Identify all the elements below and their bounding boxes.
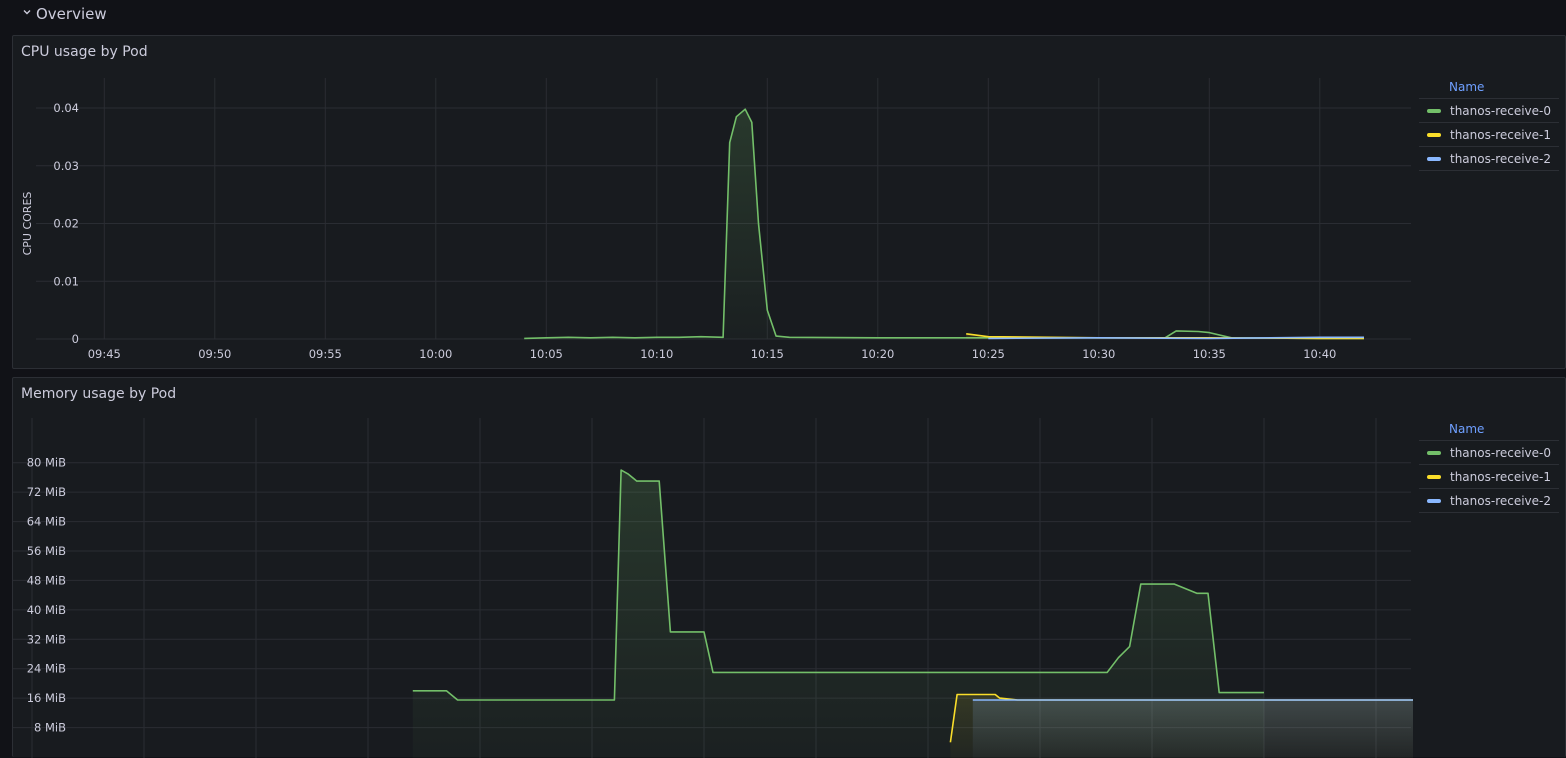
legend-swatch <box>1427 132 1441 137</box>
legend-label: thanos-receive-0 <box>1450 445 1552 460</box>
x-tick-label: 10:05 <box>530 347 563 361</box>
x-tick-label: 09:55 <box>309 347 342 361</box>
y-tick-label: 0.04 <box>53 101 79 115</box>
series-area-thanos-receive-2 <box>972 700 1413 758</box>
x-tick-label: 10:10 <box>640 347 673 361</box>
x-tick-label: 10:35 <box>1193 347 1226 361</box>
x-tick-label: 10:00 <box>419 347 452 361</box>
legend-item-thanos-receive-1[interactable]: thanos-receive-1 <box>1419 464 1559 488</box>
legend-item-thanos-receive-0[interactable]: thanos-receive-0 <box>1419 98 1559 122</box>
y-tick-label: 64 MiB <box>27 515 66 529</box>
y-tick-label: 48 MiB <box>27 573 66 587</box>
legend-label: thanos-receive-2 <box>1450 493 1552 508</box>
x-tick-label: 10:40 <box>1303 347 1336 361</box>
row-title: Overview <box>36 5 107 23</box>
y-tick-label: 0.01 <box>53 274 79 288</box>
y-tick-label: 32 MiB <box>27 632 66 646</box>
cpu-usage-panel[interactable]: CPU usage by Pod 0 0.01 0.02 0.03 0.04 09:45 0… <box>12 35 1566 369</box>
legend-label: thanos-receive-0 <box>1450 103 1552 118</box>
legend-item-thanos-receive-1[interactable]: thanos-receive-1 <box>1419 122 1559 146</box>
legend-item-thanos-receive-2[interactable]: thanos-receive-2 <box>1419 488 1559 513</box>
y-tick-label: 24 MiB <box>27 662 66 676</box>
memory-usage-chart[interactable]: 8 MiB 16 MiB 24 MiB 32 MiB 40 MiB 48 MiB 56 Mi… <box>13 378 1413 758</box>
y-tick-label: 0 <box>72 332 79 346</box>
x-tick-label: 09:50 <box>198 347 231 361</box>
x-tick-label: 10:15 <box>751 347 784 361</box>
y-axis-label: CPU CORES <box>21 192 34 256</box>
x-tick-label: 10:25 <box>972 347 1005 361</box>
legend-label: thanos-receive-1 <box>1450 127 1552 142</box>
y-tick-label: 56 MiB <box>27 544 66 558</box>
x-tick-label: 09:45 <box>88 347 121 361</box>
legend-swatch <box>1427 474 1441 479</box>
legend-swatch <box>1427 450 1441 455</box>
legend-label: thanos-receive-1 <box>1450 469 1552 484</box>
legend-item-thanos-receive-0[interactable]: thanos-receive-0 <box>1419 440 1559 464</box>
memory-usage-panel[interactable]: Memory usage by Pod 8 MiB 16 MiB 24 MiB 32 … <box>12 377 1566 758</box>
legend-item-thanos-receive-2[interactable]: thanos-receive-2 <box>1419 146 1559 171</box>
legend-label: thanos-receive-2 <box>1450 151 1552 166</box>
legend-swatch <box>1427 108 1441 113</box>
x-tick-label: 10:30 <box>1082 347 1115 361</box>
y-tick-label: 80 MiB <box>27 456 66 470</box>
legend-swatch <box>1427 156 1441 161</box>
legend-header-name[interactable]: Name <box>1419 418 1559 440</box>
row-header-overview[interactable]: Overview <box>0 0 1566 28</box>
y-tick-label: 16 MiB <box>27 691 66 705</box>
series-area-thanos-receive-0 <box>524 109 1364 339</box>
y-tick-label: 40 MiB <box>27 603 66 617</box>
y-tick-label: 72 MiB <box>27 485 66 499</box>
legend-swatch <box>1427 498 1441 503</box>
y-tick-label: 0.03 <box>53 159 79 173</box>
memory-legend: Name thanos-receive-0 thanos-receive-1 t… <box>1419 418 1559 513</box>
legend-header-name[interactable]: Name <box>1419 76 1559 98</box>
y-tick-label: 8 MiB <box>34 721 66 735</box>
y-tick-label: 0.02 <box>53 217 79 231</box>
chevron-down-icon[interactable] <box>22 6 32 20</box>
cpu-usage-chart[interactable]: 0 0.01 0.02 0.03 0.04 09:45 09:50 09:55 10:00 10:… <box>13 36 1413 370</box>
x-tick-label: 10:20 <box>861 347 894 361</box>
cpu-legend: Name thanos-receive-0 thanos-receive-1 t… <box>1419 76 1559 171</box>
